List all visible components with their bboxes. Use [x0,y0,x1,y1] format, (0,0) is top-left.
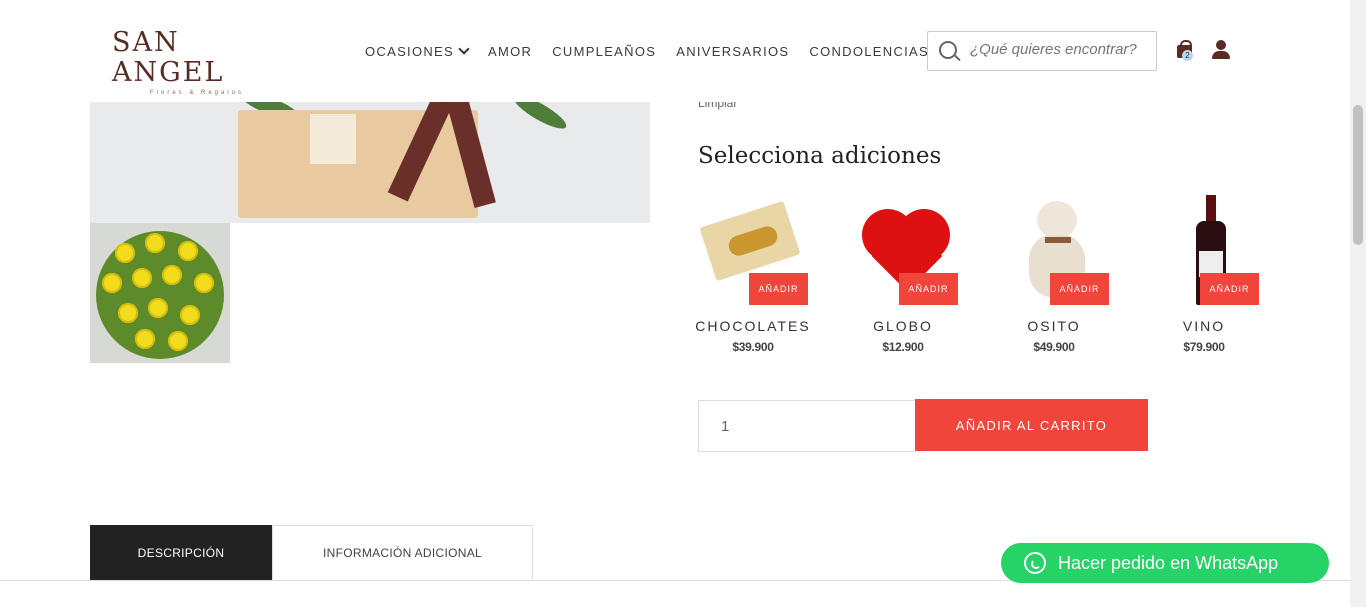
flower [115,243,135,263]
add-addon-button-vino[interactable]: AÑADIR [1200,273,1259,305]
flower [132,268,152,288]
addons-title: Selecciona adiciones [698,143,942,169]
whatsapp-icon [1024,552,1046,574]
cart-button[interactable]: 2 [1176,39,1194,61]
nav-aniversarios[interactable]: ANIVERSARIOS [676,44,789,59]
addon-price: $12.900 [882,340,924,354]
flower [168,331,188,351]
addon-image-vino[interactable]: AÑADIR [1149,193,1259,305]
addon-image-chocolates[interactable]: AÑADIR [698,193,808,305]
cart-count-badge: 2 [1182,50,1193,61]
nav-ocasiones[interactable]: OCASIONES [365,43,470,59]
addon-name: OSITO [1027,318,1081,334]
add-addon-button-globo[interactable]: AÑADIR [899,273,958,305]
addon-name: CHOCOLATES [695,318,811,334]
site-logo[interactable]: SAN ANGEL Flores & Regalos [112,28,282,97]
addon-card-globo: AÑADIR GLOBO $12.900 [838,193,968,354]
search-box [927,31,1157,71]
addon-price: $79.900 [1183,340,1225,354]
addon-image-globo[interactable]: AÑADIR [848,193,958,305]
logo-tagline: Flores & Regalos [149,90,245,96]
flower [162,265,182,285]
addon-price: $39.900 [732,340,774,354]
page-scrollbar[interactable] [1350,0,1366,607]
nav-cumpleanos[interactable]: CUMPLEAÑOS [552,44,656,59]
flower [102,273,122,293]
logo-text: SAN ANGEL [112,27,225,88]
whatsapp-order-button[interactable]: Hacer pedido en WhatsApp [1001,543,1329,583]
scrollbar-thumb[interactable] [1353,105,1363,245]
tab-descripcion[interactable]: DESCRIPCIÓN [90,525,272,581]
leaf-decoration [510,102,570,134]
box-tag [310,114,356,164]
user-icon [1216,40,1226,50]
flower [180,305,200,325]
flower [135,329,155,349]
flower [118,303,138,323]
nav-condolencias[interactable]: CONDOLENCIAS [809,44,929,59]
quantity-field [698,400,915,452]
quantity-input[interactable] [699,401,903,451]
addon-name: GLOBO [873,318,933,334]
flower [194,273,214,293]
account-button[interactable] [1212,40,1230,60]
search-icon[interactable] [939,41,957,59]
user-icon-body [1212,51,1230,59]
product-main-image[interactable] [90,102,650,223]
flower [178,241,198,261]
nav-amor[interactable]: AMOR [488,44,532,59]
product-thumbnail[interactable] [90,223,230,363]
product-tabs: DESCRIPCIÓN INFORMACIÓN ADICIONAL [90,525,533,581]
teddy-ribbon [1045,237,1071,243]
main-nav: OCASIONES AMOR CUMPLEAÑOS ANIVERSARIOS C… [365,43,949,59]
site-header: SAN ANGEL Flores & Regalos OCASIONES AMO… [0,0,1350,102]
addon-price: $49.900 [1033,340,1075,354]
add-addon-button-osito[interactable]: AÑADIR [1050,273,1109,305]
chevron-down-icon [458,43,470,55]
tab-informacion-adicional[interactable]: INFORMACIÓN ADICIONAL [272,525,533,581]
teddy-head [1037,201,1077,239]
addon-image-osito[interactable]: AÑADIR [999,193,1109,305]
add-to-cart-button[interactable]: AÑADIR AL CARRITO [915,399,1148,451]
whatsapp-label: Hacer pedido en WhatsApp [1058,552,1279,573]
flower [145,233,165,253]
addon-card-vino: AÑADIR VINO $79.900 [1139,193,1269,354]
addon-card-osito: AÑADIR OSITO $49.900 [989,193,1119,354]
addon-card-chocolates: AÑADIR CHOCOLATES $39.900 [688,193,818,354]
add-addon-button-chocolates[interactable]: AÑADIR [749,273,808,305]
addon-name: VINO [1182,318,1226,334]
search-input[interactable] [968,40,1152,59]
nav-ocasiones-label: OCASIONES [365,44,454,59]
flower [148,298,168,318]
